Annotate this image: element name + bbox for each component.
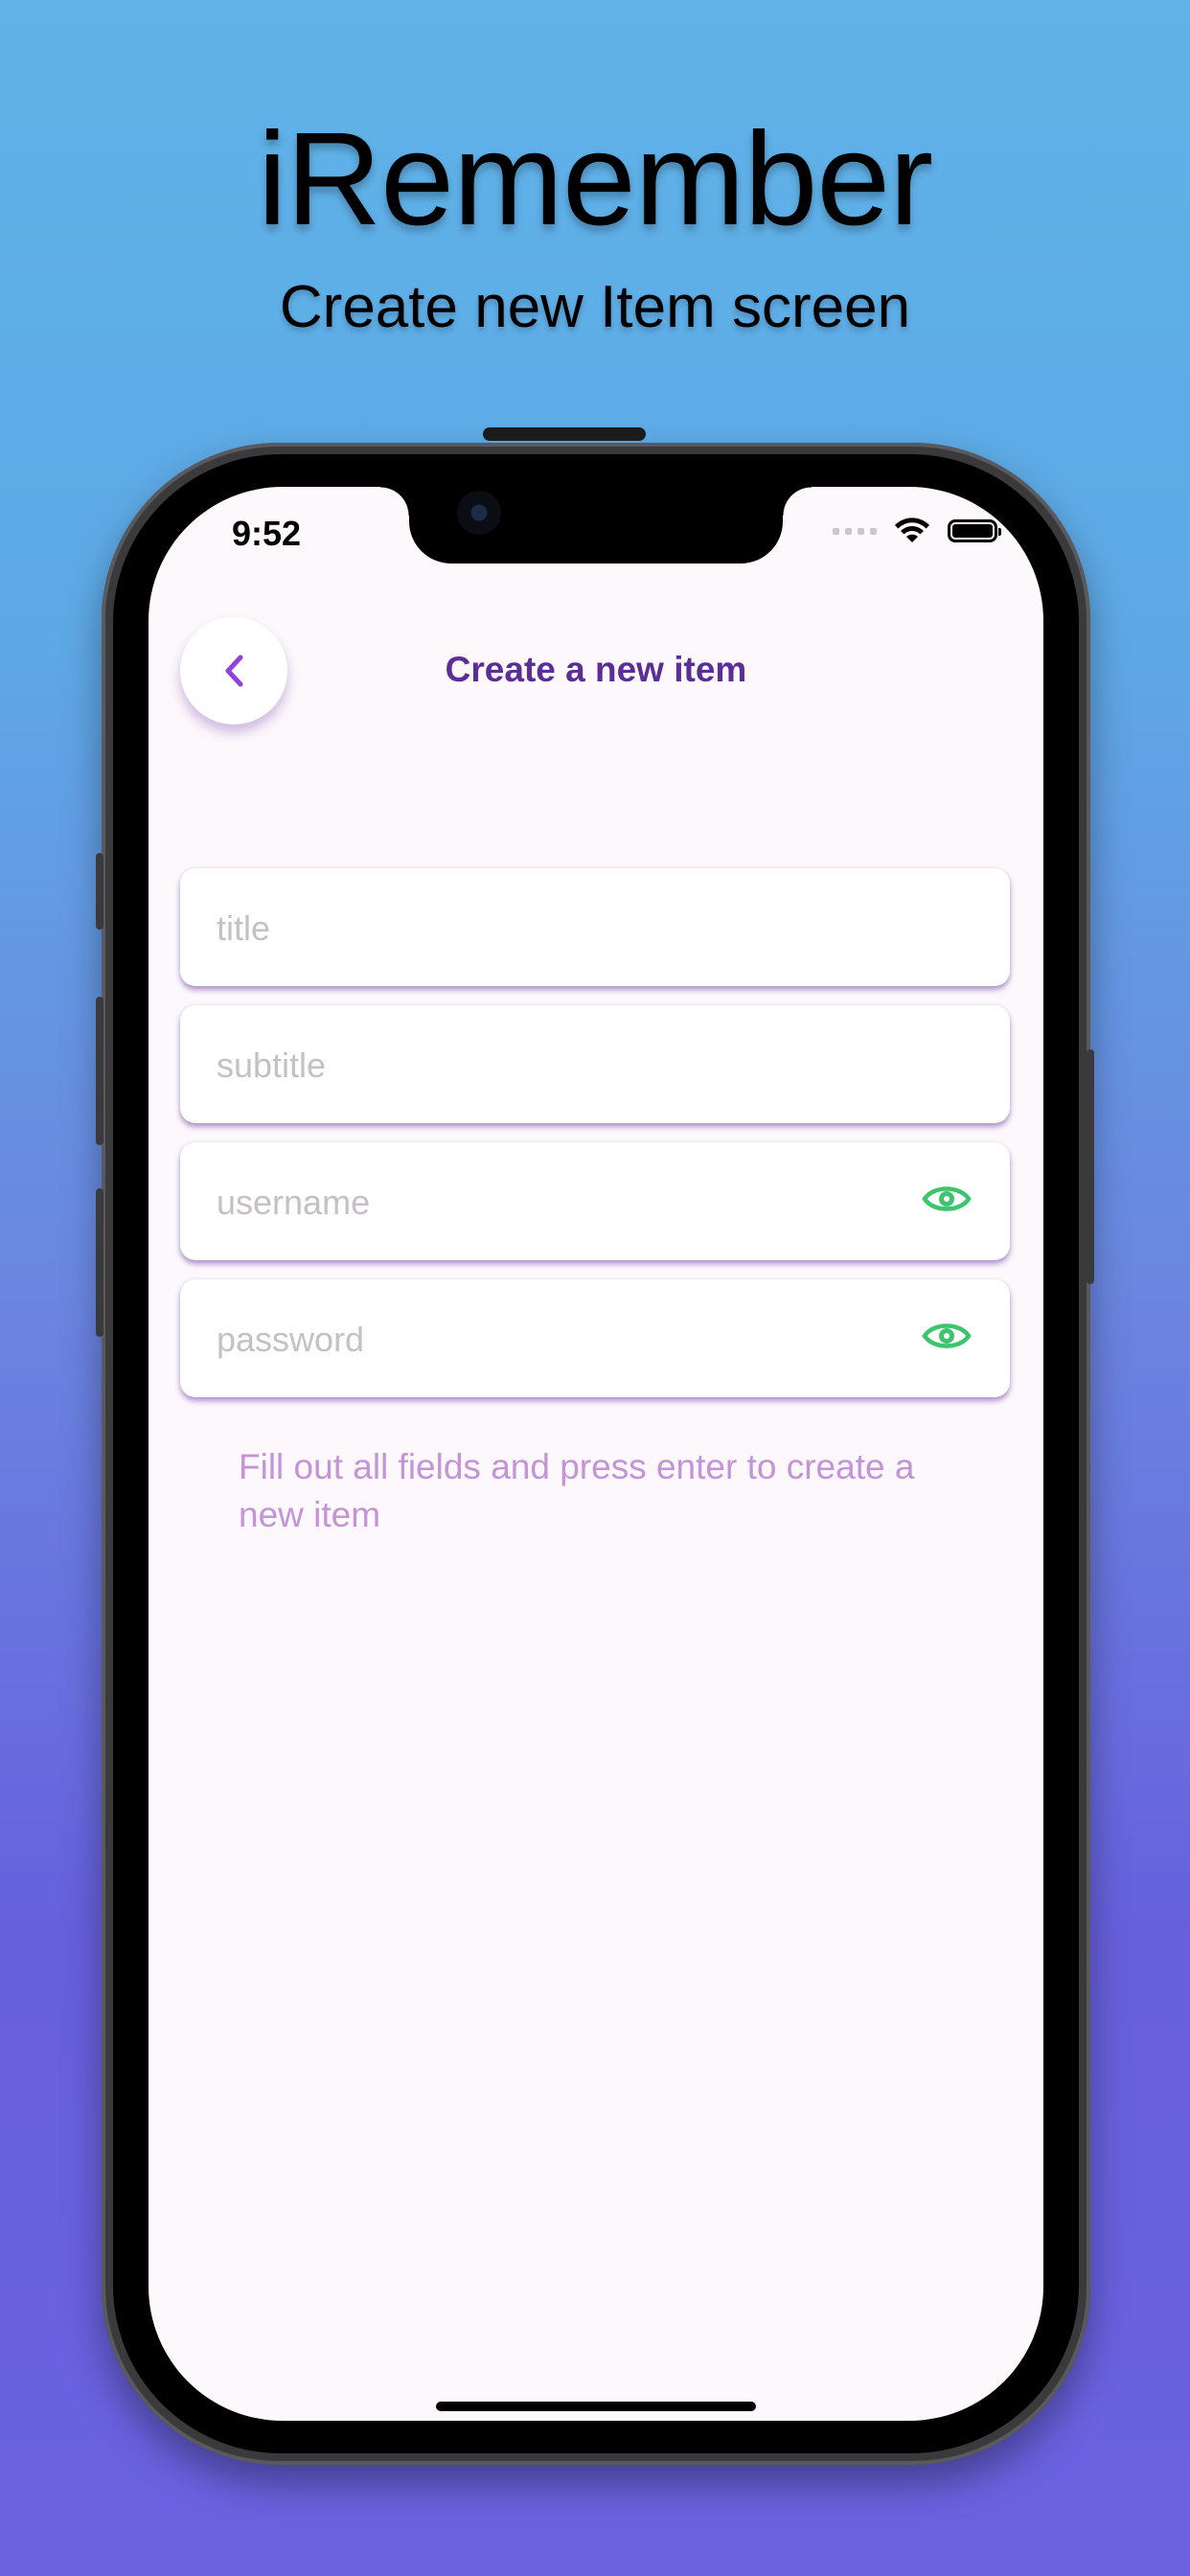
- cellular-signal-icon: [833, 527, 877, 535]
- promo-subtitle: Create new Item screen: [279, 274, 911, 340]
- title-input[interactable]: [215, 868, 889, 988]
- subtitle-field[interactable]: [180, 1005, 1010, 1125]
- camera-icon: [457, 491, 501, 535]
- subtitle-input[interactable]: [215, 1005, 889, 1125]
- phone-side-button: [1087, 1049, 1094, 1284]
- promo-title: iRemember: [257, 105, 933, 253]
- username-input[interactable]: [215, 1142, 889, 1262]
- eye-icon[interactable]: [922, 1320, 972, 1352]
- phone-side-button: [96, 997, 103, 1145]
- battery-icon: [948, 519, 1001, 542]
- form-hint: Fill out all fields and press enter to c…: [239, 1447, 915, 1534]
- eye-icon[interactable]: [922, 1183, 972, 1215]
- notch: [380, 487, 812, 564]
- status-time: 9:52: [232, 514, 302, 553]
- home-indicator[interactable]: [436, 2402, 756, 2411]
- phone-side-button: [96, 1188, 103, 1337]
- title-field[interactable]: [180, 868, 1010, 988]
- wifi-icon: [895, 518, 929, 542]
- app-screen: 9:52 Create a new item title subtitle us…: [149, 487, 1043, 2421]
- phone-speaker: [483, 427, 646, 441]
- phone-side-button: [96, 853, 103, 930]
- status-icons: [833, 518, 1001, 544]
- password-field[interactable]: [180, 1279, 1010, 1399]
- page-title: Create a new item: [445, 650, 747, 689]
- username-field[interactable]: [180, 1142, 1010, 1262]
- password-input[interactable]: [215, 1279, 889, 1399]
